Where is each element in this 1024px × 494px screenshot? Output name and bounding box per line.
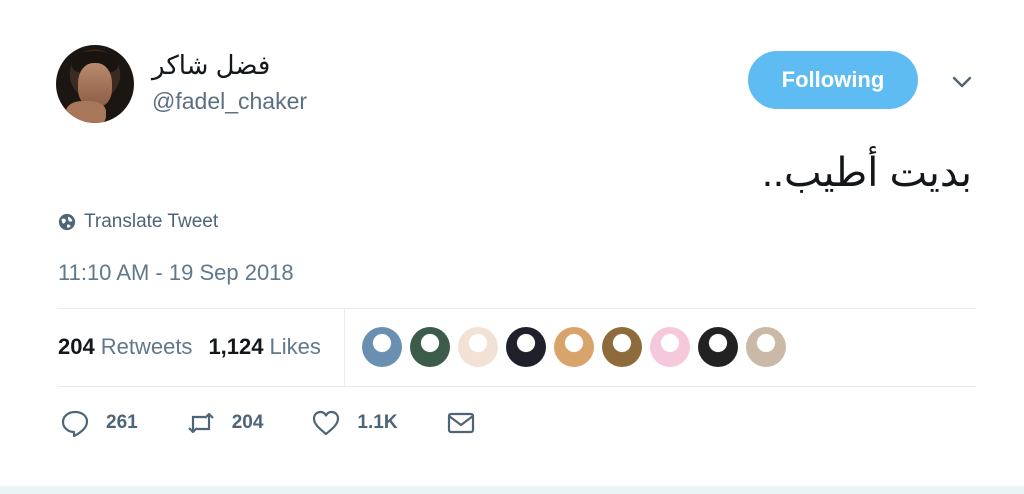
author-avatar[interactable] bbox=[56, 45, 134, 123]
tweet-text: بديت أطيب.. bbox=[761, 151, 972, 195]
likers-avatars bbox=[362, 327, 786, 367]
retweet-icon bbox=[187, 412, 214, 434]
retweets-stat[interactable]: 204 Retweets bbox=[58, 334, 192, 360]
liker-avatar[interactable] bbox=[362, 327, 402, 367]
retweet-count: 204 bbox=[231, 412, 264, 433]
tweet-stats: 204 Retweets 1,124 Likes bbox=[58, 334, 321, 360]
liker-avatar[interactable] bbox=[458, 327, 498, 367]
like-button[interactable]: 1.1K bbox=[311, 408, 398, 438]
liker-avatar[interactable] bbox=[698, 327, 738, 367]
following-button[interactable]: Following bbox=[748, 51, 918, 109]
likes-stat[interactable]: 1,124 Likes bbox=[208, 334, 320, 360]
retweets-label: Retweets bbox=[100, 334, 193, 359]
direct-message-button[interactable] bbox=[446, 408, 476, 438]
heart-icon bbox=[313, 410, 340, 436]
avatar-hand bbox=[66, 101, 106, 123]
translate-tweet-label: Translate Tweet bbox=[84, 211, 219, 232]
retweets-count: 204 bbox=[58, 334, 95, 359]
reply-button[interactable]: 261 bbox=[60, 408, 138, 438]
liker-avatar[interactable] bbox=[746, 327, 786, 367]
bottom-strip bbox=[0, 486, 1024, 494]
liker-avatar[interactable] bbox=[602, 327, 642, 367]
chevron-down-icon[interactable] bbox=[950, 70, 974, 94]
translate-tweet-link[interactable]: Translate Tweet bbox=[58, 211, 218, 233]
author-display-name[interactable]: فضل شاكر bbox=[152, 50, 270, 81]
liker-avatar[interactable] bbox=[506, 327, 546, 367]
reply-count: 261 bbox=[106, 412, 138, 433]
author-handle[interactable]: @fadel_chaker bbox=[152, 88, 307, 115]
tweet-timestamp[interactable]: 11:10 AM - 19 Sep 2018 bbox=[58, 260, 294, 286]
liker-avatar[interactable] bbox=[650, 327, 690, 367]
likes-count: 1,124 bbox=[208, 334, 264, 359]
reply-icon bbox=[61, 410, 89, 438]
envelope-icon bbox=[447, 412, 474, 434]
globe-icon bbox=[58, 213, 76, 231]
retweet-button[interactable]: 204 bbox=[186, 408, 264, 438]
like-count: 1.1K bbox=[357, 412, 398, 433]
likes-label: Likes bbox=[269, 334, 321, 359]
tweet-actions: 261 204 1.1K bbox=[60, 408, 524, 438]
liker-avatar[interactable] bbox=[410, 327, 450, 367]
divider-bottom bbox=[58, 386, 976, 387]
liker-avatar[interactable] bbox=[554, 327, 594, 367]
divider-top bbox=[58, 308, 976, 309]
stats-vertical-divider bbox=[344, 308, 345, 386]
